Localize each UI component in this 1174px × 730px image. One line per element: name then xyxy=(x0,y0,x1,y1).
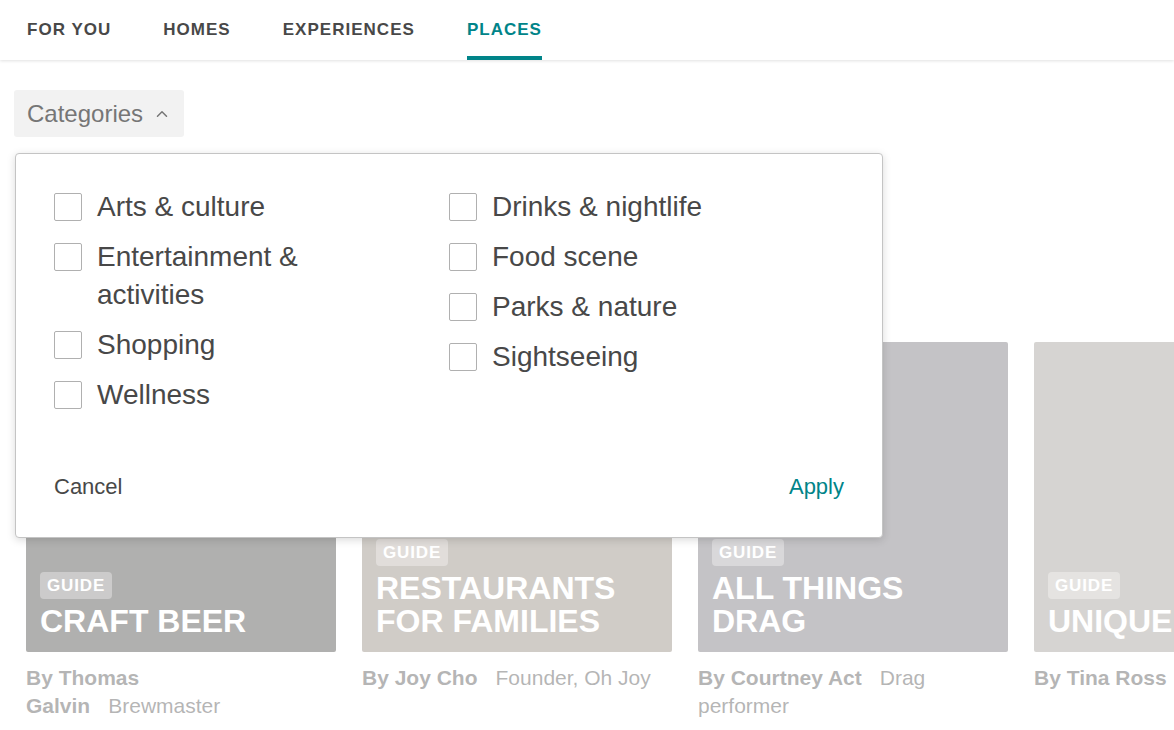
apply-button[interactable]: Apply xyxy=(789,470,844,503)
nav-tab[interactable]: EXPERIENCES xyxy=(283,0,415,60)
category-option[interactable]: Arts & culture xyxy=(54,188,449,226)
checkbox[interactable] xyxy=(54,381,82,409)
nav-tab[interactable]: HOMES xyxy=(163,0,230,60)
checkbox[interactable] xyxy=(54,331,82,359)
categories-button[interactable]: Categories xyxy=(14,90,184,137)
category-option[interactable]: Wellness xyxy=(54,376,449,414)
category-option[interactable]: Parks & nature xyxy=(449,288,844,326)
page: FOR YOUHOMESEXPERIENCESPLACESCategoriesG… xyxy=(0,0,1174,730)
nav-tab[interactable]: PLACES xyxy=(467,0,542,60)
checkbox[interactable] xyxy=(449,293,477,321)
cancel-button[interactable]: Cancel xyxy=(54,470,122,503)
category-option[interactable]: Drinks & nightlife xyxy=(449,188,844,226)
chevron-up-icon xyxy=(153,105,171,123)
top-nav: FOR YOU HOMES EXPERIENCES PLACES xyxy=(0,0,1174,60)
category-column: Drinks & nightlife Food scene Parks & natu… xyxy=(449,188,844,414)
checkbox[interactable] xyxy=(449,193,477,221)
categories-menu: Arts & culture Entertainment & activities… xyxy=(15,153,883,538)
nav-tab[interactable]: FOR YOU xyxy=(27,0,111,60)
category-option[interactable]: Food scene xyxy=(449,238,844,276)
checkbox[interactable] xyxy=(54,243,82,271)
category-column: Arts & culture Entertainment & activities… xyxy=(54,188,449,414)
category-option[interactable]: Entertainment & activities xyxy=(54,238,449,314)
category-option[interactable]: Shopping xyxy=(54,326,449,364)
checkbox[interactable] xyxy=(54,193,82,221)
checkbox[interactable] xyxy=(449,243,477,271)
checkbox[interactable] xyxy=(449,343,477,371)
category-option[interactable]: Sightseeing xyxy=(449,338,844,376)
